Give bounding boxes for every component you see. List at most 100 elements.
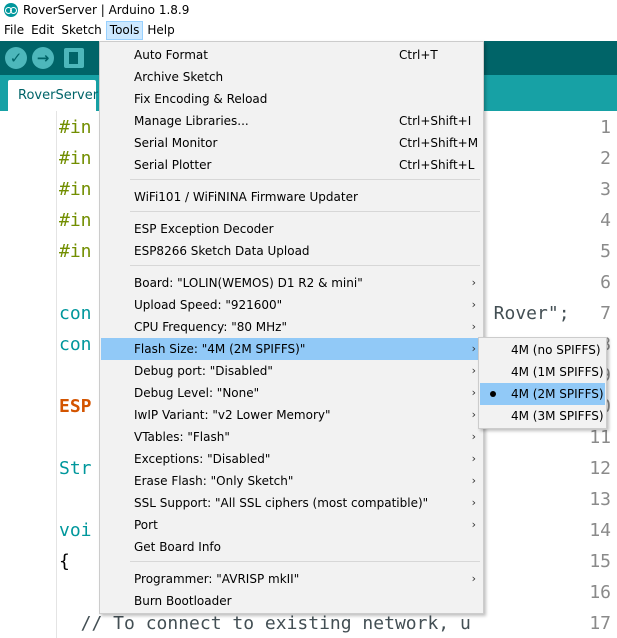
menu-item-serial-plotter[interactable]: Serial Plotter Ctrl+Shift+L	[101, 154, 482, 176]
upload-button[interactable]: →	[32, 47, 54, 69]
menu-item-auto-format[interactable]: Auto Format Ctrl+T	[101, 44, 482, 66]
code-line: #in	[59, 210, 92, 231]
menu-item-label: ESP Exception Decoder	[134, 222, 274, 236]
flash-option-label: 4M (1M SPIFFS)	[511, 365, 604, 379]
menu-item-esp8266-sketch-data-upload[interactable]: ESP8266 Sketch Data Upload	[101, 240, 482, 262]
code-line: #in	[59, 179, 92, 200]
menu-item-upload-speed-921600[interactable]: Upload Speed: "921600" ›	[101, 294, 482, 316]
tab-roverserver[interactable]: RoverServer	[8, 80, 98, 111]
menu-item-label: VTables: "Flash"	[134, 430, 230, 444]
code-line: #in	[59, 148, 92, 169]
line-number: 5	[600, 241, 611, 262]
menu-item-label: Archive Sketch	[134, 70, 224, 84]
flash-option[interactable]: 4M (no SPIFFS)	[480, 339, 605, 361]
flash-option[interactable]: 4M (2M SPIFFS)	[480, 383, 605, 405]
code-line: con	[59, 334, 92, 355]
line-number: 4	[600, 210, 611, 231]
selected-bullet-icon	[490, 391, 496, 397]
menu-item-programmer-avrisp-mkii[interactable]: Programmer: "AVRISP mkII" ›	[101, 568, 482, 590]
menu-item-serial-monitor[interactable]: Serial Monitor Ctrl+Shift+M	[101, 132, 482, 154]
flash-option[interactable]: 4M (1M SPIFFS)	[480, 361, 605, 383]
menu-item-label: CPU Frequency: "80 MHz"	[134, 320, 287, 334]
menu-item-label: IwIP Variant: "v2 Lower Memory"	[134, 408, 331, 422]
line-number: 11	[589, 427, 611, 448]
menu-item-flash-size-4m-2m-spiffs[interactable]: Flash Size: "4M (2M SPIFFS)" ›	[101, 338, 482, 360]
menu-item-label: Flash Size: "4M (2M SPIFFS)"	[134, 342, 306, 356]
menu-item-label: Programmer: "AVRISP mkII"	[134, 572, 300, 586]
chevron-right-icon: ›	[471, 298, 476, 311]
chevron-right-icon: ›	[471, 496, 476, 509]
menu-item-erase-flash-only-sketch[interactable]: Erase Flash: "Only Sketch" ›	[101, 470, 482, 492]
menu-help[interactable]: Help	[144, 21, 177, 40]
menu-item-shortcut: Ctrl+T	[399, 48, 438, 62]
tools-menu-dropdown: Auto Format Ctrl+T Archive Sketch Fix Encod…	[99, 41, 484, 614]
menu-item-label: Board: "LOLIN(WEMOS) D1 R2 & mini"	[134, 276, 363, 290]
line-number: 15	[589, 551, 611, 572]
line-number: 17	[589, 613, 611, 634]
arduino-logo-icon	[4, 3, 18, 17]
menu-item-label: Serial Plotter	[134, 158, 212, 172]
verify-button[interactable]: ✓	[5, 47, 27, 69]
chevron-right-icon: ›	[471, 474, 476, 487]
menu-file[interactable]: File	[1, 21, 27, 40]
code-line: // To connect to existing network, u	[59, 613, 471, 634]
menu-item-fix-encoding-reload[interactable]: Fix Encoding & Reload	[101, 88, 482, 110]
line-number: 13	[589, 489, 611, 510]
menu-item-label: SSL Support: "All SSL ciphers (most comp…	[134, 496, 429, 510]
chevron-right-icon: ›	[471, 386, 476, 399]
menu-item-label: Auto Format	[134, 48, 208, 62]
line-number: 12	[589, 458, 611, 479]
flash-option[interactable]: 4M (3M SPIFFS)	[480, 405, 605, 427]
new-sketch-button[interactable]	[64, 48, 84, 68]
menu-item-label: Debug port: "Disabled"	[134, 364, 273, 378]
menu-item-burn-bootloader[interactable]: Burn Bootloader	[101, 590, 482, 612]
menu-edit[interactable]: Edit	[28, 21, 57, 40]
menu-item-label: Manage Libraries...	[134, 114, 249, 128]
code-line: #in	[59, 241, 92, 262]
flash-option-label: 4M (2M SPIFFS)	[511, 387, 604, 401]
menu-item-label: Burn Bootloader	[134, 594, 232, 608]
menu-item-label: Port	[134, 518, 158, 532]
chevron-right-icon: ›	[471, 518, 476, 531]
menu-separator	[130, 265, 480, 266]
menu-item-label: ESP8266 Sketch Data Upload	[134, 244, 310, 258]
code-line: Str	[59, 458, 92, 479]
menu-item-vtables-flash[interactable]: VTables: "Flash" ›	[101, 426, 482, 448]
menu-item-wifi101-wifinina-firmware-updater[interactable]: WiFi101 / WiFiNINA Firmware Updater	[101, 186, 482, 208]
line-number: 6	[600, 272, 611, 293]
flash-option-label: 4M (3M SPIFFS)	[511, 409, 604, 423]
line-number: 1	[600, 117, 611, 138]
line-number: 3	[600, 179, 611, 200]
menu-item-esp-exception-decoder[interactable]: ESP Exception Decoder	[101, 218, 482, 240]
menu-item-get-board-info[interactable]: Get Board Info	[101, 536, 482, 558]
menu-item-label: Debug Level: "None"	[134, 386, 260, 400]
menu-item-shortcut: Ctrl+Shift+M	[399, 136, 479, 150]
menu-item-ssl-support-all-ssl-ciphers-most-compatible[interactable]: SSL Support: "All SSL ciphers (most comp…	[101, 492, 482, 514]
menu-item-label: Fix Encoding & Reload	[134, 92, 268, 106]
line-number: 16	[589, 582, 611, 603]
window-title: RoverServer | Arduino 1.8.9	[23, 3, 190, 17]
menu-sketch[interactable]: Sketch	[58, 21, 104, 40]
menu-separator	[130, 561, 480, 562]
chevron-right-icon: ›	[471, 430, 476, 443]
menu-item-label: Erase Flash: "Only Sketch"	[134, 474, 294, 488]
menu-item-manage-libraries[interactable]: Manage Libraries... Ctrl+Shift+I	[101, 110, 482, 132]
chevron-right-icon: ›	[471, 342, 476, 355]
chevron-right-icon: ›	[471, 320, 476, 333]
menu-item-label: Serial Monitor	[134, 136, 218, 150]
menu-item-exceptions-disabled[interactable]: Exceptions: "Disabled" ›	[101, 448, 482, 470]
menu-item-iwip-variant-v2-lower-memory[interactable]: IwIP Variant: "v2 Lower Memory" ›	[101, 404, 482, 426]
menu-item-debug-port-disabled[interactable]: Debug port: "Disabled" ›	[101, 360, 482, 382]
menu-item-label: Get Board Info	[134, 540, 221, 554]
code-line: #in	[59, 117, 92, 138]
menu-item-archive-sketch[interactable]: Archive Sketch	[101, 66, 482, 88]
menu-item-port[interactable]: Port ›	[101, 514, 482, 536]
gutter-divider	[56, 111, 57, 638]
menu-bar: File Edit Sketch Tools Help	[0, 20, 617, 41]
menu-item-board-lolin-wemos-d1-r2-mini[interactable]: Board: "LOLIN(WEMOS) D1 R2 & mini" ›	[101, 272, 482, 294]
chevron-right-icon: ›	[471, 452, 476, 465]
menu-item-debug-level-none[interactable]: Debug Level: "None" ›	[101, 382, 482, 404]
menu-tools[interactable]: Tools	[105, 21, 144, 40]
menu-item-cpu-frequency-80-mhz[interactable]: CPU Frequency: "80 MHz" ›	[101, 316, 482, 338]
chevron-right-icon: ›	[471, 572, 476, 585]
